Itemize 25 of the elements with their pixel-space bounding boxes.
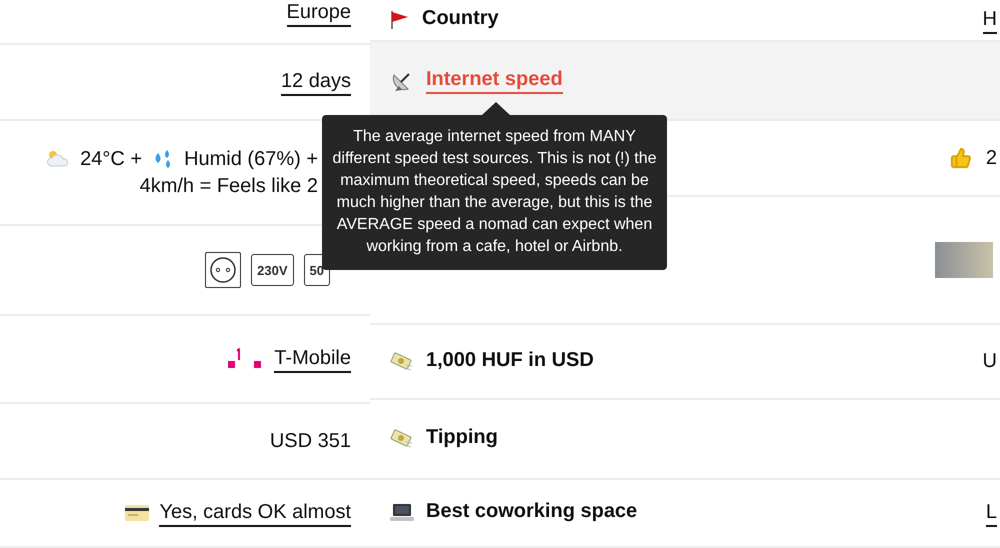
value-link[interactable]: L	[986, 500, 997, 526]
plug-spec-badge: 230V	[251, 254, 294, 286]
row-label: 1,000 HUF in USD	[426, 348, 594, 372]
value-link[interactable]: H	[982, 6, 997, 34]
value-text: 2	[986, 146, 997, 170]
flag-icon	[390, 10, 410, 30]
value-link[interactable]: Europe	[286, 0, 351, 27]
wind-text: 4km/h = Feels like 2	[140, 174, 318, 198]
humidity-text: Humid (67%) +	[184, 148, 318, 170]
value-link[interactable]: 12 days	[280, 68, 351, 96]
row-label: Country	[422, 7, 499, 31]
value-link[interactable]: T-Mobile	[274, 346, 351, 372]
cloud-sun-icon	[46, 150, 70, 168]
thumbs-up-icon	[950, 147, 972, 169]
row-label: Tipping	[426, 426, 498, 450]
value-link[interactable]: Yes, cards OK almost	[159, 500, 351, 526]
temperature-text: 24°C +	[80, 148, 142, 170]
value-text: U	[982, 350, 997, 373]
credit-card-icon	[125, 505, 150, 521]
value-text: USD 351	[270, 430, 351, 452]
laptop-icon	[390, 503, 414, 523]
tooltip: The average internet speed from MANY different speed test sources. This is not (!) the maximum theoretical speed, speeds can be much higher than the average, but this is the AVERAGE speed a nomad can expect when working from a cafe, hotel or Airbnb.	[322, 115, 667, 270]
photo-placeholder	[935, 242, 993, 278]
socket-icon	[205, 252, 242, 288]
row-label: Best coworking space	[426, 500, 638, 524]
